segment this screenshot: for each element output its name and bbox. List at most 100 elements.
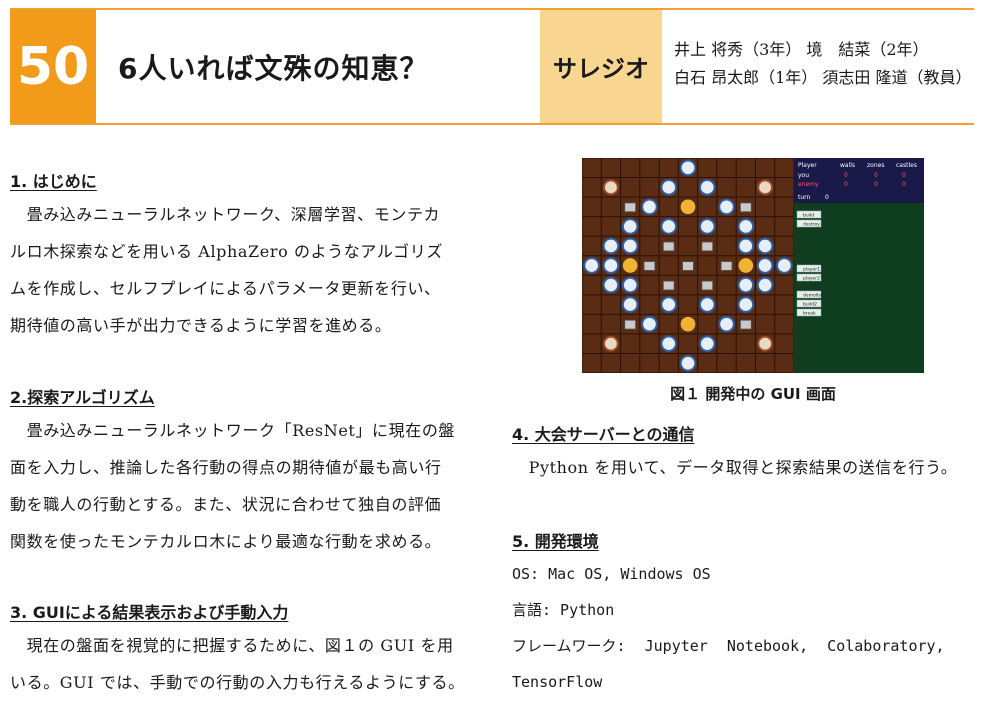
wave-piece <box>698 178 716 196</box>
s5-line: OS: Mac OS, Windows OS <box>512 565 711 583</box>
panel-row-name: you <box>798 172 809 179</box>
wave-piece <box>660 218 678 235</box>
turn-value: 0 <box>825 194 829 201</box>
authors: 井上 将秀（3年） 境 結菜（2年） 白石 昂太郎（1年） 須志田 隆道（教員） <box>674 36 971 92</box>
castle-piece <box>701 280 714 291</box>
section-3-body: 現在の盤面を視覚的に把握するために、図１の GUI を用 いる。GUI では、手… <box>10 627 480 701</box>
authors-line-2: 白石 昂太郎（1年） 須志田 隆道（教員） <box>674 68 972 87</box>
wave-piece <box>660 296 678 313</box>
panel-row-value: 0 <box>902 181 906 188</box>
s2-line: 関数を使ったモンテカルロ木により最適な行動を求める。 <box>10 532 442 551</box>
wave-piece <box>737 296 755 313</box>
section-2-body: 畳み込みニューラルネットワーク「ResNet」に現在の盤 面を入力し、推論した各… <box>10 412 480 560</box>
dog-piece <box>757 335 774 352</box>
turn-label: turn <box>798 194 811 201</box>
wave-piece <box>698 218 716 235</box>
header-band: 50 6人いれば文殊の知恵？ サレジオ 井上 将秀（3年） 境 結菜（2年） 白… <box>10 8 974 125</box>
wave-piece <box>718 315 735 333</box>
school-name: サレジオ <box>540 10 662 123</box>
s1-line: 期待値の高い手が出力できるように学習を進める。 <box>10 316 392 335</box>
wave-piece <box>776 257 793 274</box>
castle-piece <box>701 241 714 252</box>
castle-piece <box>682 261 694 271</box>
wave-piece <box>621 218 639 235</box>
panel-header-label: walls <box>840 162 855 169</box>
s2-line: 面を入力し、推論した各行動の得点の期待値が最も高い行 <box>10 458 442 477</box>
wave-piece <box>679 354 697 372</box>
section-2-heading: 2.探索アルゴリズム <box>10 388 155 407</box>
wave-piece <box>660 178 678 196</box>
castle-piece <box>740 202 752 213</box>
checkbox-label: break <box>803 311 816 317</box>
wave-piece <box>602 257 620 274</box>
castle-piece <box>624 202 636 213</box>
dog-piece <box>757 179 774 196</box>
wave-piece <box>718 198 735 216</box>
s1-line: ムを作成し、セルフプレイによるパラメータ更新を行い、 <box>10 279 441 298</box>
checkbox-label: player2 <box>803 276 820 282</box>
s2-line: 畳み込みニューラルネットワーク「ResNet」に現在の盤 <box>10 421 456 440</box>
wave-piece <box>756 257 774 274</box>
panel-header-label: Player <box>798 162 817 169</box>
wave-piece <box>756 237 774 255</box>
section-3-heading: 3. GUIによる結果表示および手動入力 <box>10 603 289 622</box>
s5-line: フレームワーク: Jupyter Notebook, Colaboratory, <box>512 637 945 655</box>
wave-piece <box>621 276 639 294</box>
castle-piece <box>643 261 656 271</box>
dog-piece <box>602 335 619 352</box>
section-4-body: Python を用いて、データ取得と探索結果の送信を行う。 <box>512 449 982 486</box>
s3-line: 現在の盤面を視覚的に把握するために、図１の GUI を用 <box>10 636 454 655</box>
panel-header-label: zones <box>867 162 884 169</box>
wave-piece <box>602 276 620 294</box>
cat-piece <box>680 199 696 215</box>
checkbox-label: build2 <box>803 302 817 308</box>
wave-piece <box>737 237 755 255</box>
s1-line: 畳み込みニューラルネットワーク、深層学習、モンテカ <box>10 205 441 224</box>
section-4-heading: 4. 大会サーバーとの通信 <box>512 425 695 444</box>
wave-piece <box>698 296 716 313</box>
authors-line-1: 井上 将秀（3年） 境 結菜（2年） <box>674 40 929 59</box>
panel-row-value: 0 <box>874 172 878 179</box>
section-1-heading: 1. はじめに <box>10 172 97 191</box>
section-1-body: 畳み込みニューラルネットワーク、深層学習、モンテカ ルロ木探索などを用いる Al… <box>10 196 480 344</box>
panel-row-value: 0 <box>844 181 848 188</box>
panel-row-name: enemy <box>798 181 819 188</box>
wave-piece <box>698 335 716 353</box>
panel-row-value: 0 <box>844 172 848 179</box>
panel-row-value: 0 <box>874 181 878 188</box>
castle-piece <box>740 319 752 330</box>
wave-piece <box>679 159 697 177</box>
wave-piece <box>660 335 678 353</box>
wave-piece <box>602 237 620 255</box>
wave-piece <box>737 276 755 294</box>
wave-piece <box>641 198 658 216</box>
gui-screenshot-figure: Player walls zones castles you 0 0 0 enemy 0 0 0 tur… <box>581 157 924 374</box>
figure-caption: 図１ 開発中の GUI 画面 <box>670 385 836 403</box>
castle-piece <box>662 280 675 291</box>
wave-piece <box>583 257 600 274</box>
s5-line: 言語: Python <box>512 601 615 619</box>
wave-piece <box>737 218 755 235</box>
cat-piece <box>738 258 754 273</box>
cat-piece <box>622 258 638 273</box>
s2-line: 動を職人の行動とする。また、状況に合わせて独自の評価 <box>10 495 442 514</box>
section-5-body: OS: Mac OS, Windows OS 言語: Python フレームワー… <box>512 556 982 700</box>
panel-header-label: castles <box>896 162 917 169</box>
section-5-heading: 5. 開発環境 <box>512 532 599 551</box>
wave-piece <box>621 296 639 313</box>
castle-piece <box>662 241 675 252</box>
cat-piece <box>680 316 696 332</box>
checkbox-label: player1 <box>803 267 820 273</box>
checkbox-label: build <box>803 213 814 219</box>
s4-line: Python を用いて、データ取得と探索結果の送信を行う。 <box>512 458 958 477</box>
castle-piece <box>720 261 733 271</box>
checkbox-label: destroy <box>803 222 820 228</box>
wave-piece <box>621 237 639 255</box>
s5-line: TensorFlow <box>512 673 603 691</box>
s1-line: ルロ木探索などを用いる AlphaZero のようなアルゴリズ <box>10 242 443 261</box>
article-title: 6人いれば文殊の知恵？ <box>118 51 429 85</box>
article-number: 50 <box>10 10 96 123</box>
gui-board-svg: Player walls zones castles you 0 0 0 enemy 0 0 0 tur… <box>581 157 924 374</box>
checkbox-label: demolish <box>803 293 824 299</box>
wave-piece <box>641 315 658 333</box>
